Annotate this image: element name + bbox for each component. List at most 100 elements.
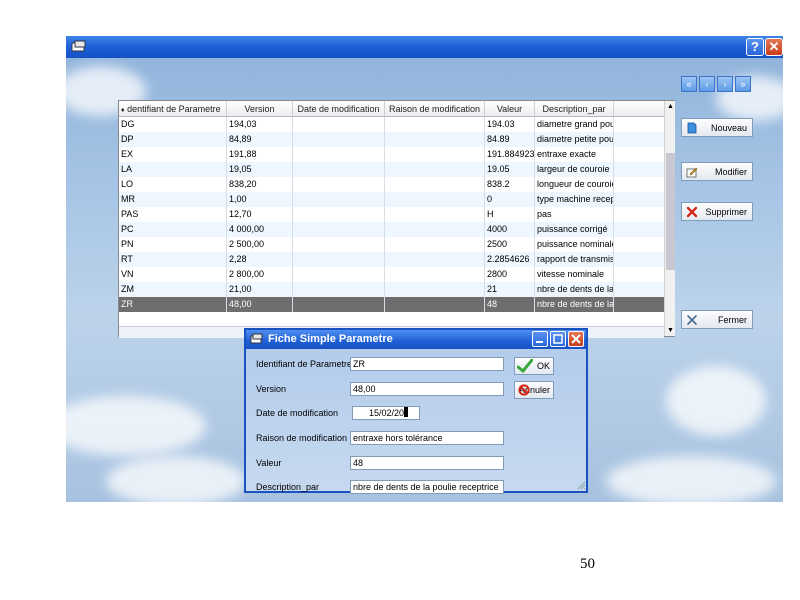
cell-description: entraxe exacte (535, 147, 614, 162)
table-row[interactable]: DG 194,03 194.03 diametre grand poul (119, 117, 664, 132)
input-raison[interactable]: entraxe hors tolérance (350, 431, 504, 445)
table-row[interactable]: MR 1,00 0 type machine recep (119, 192, 664, 207)
label-date: Date de modification (256, 408, 339, 418)
cell-value: H (485, 207, 535, 222)
modify-button-label: Modifier (714, 166, 747, 177)
input-description[interactable]: nbre de dents de la poulie receptrice (350, 480, 504, 494)
cell-value: 19.05 (485, 162, 535, 177)
cell-description: largeur de couroie (535, 162, 614, 177)
column-header-id[interactable]: ♦ dentifiant de Parametre (119, 101, 227, 116)
resize-grip-icon[interactable] (576, 480, 586, 490)
table-row[interactable]: PC 4 000,00 4000 puissance corrigé (119, 222, 664, 237)
label-raison: Raison de modification (256, 433, 348, 443)
cell-version: 21,00 (227, 282, 293, 297)
minimize-button[interactable] (532, 331, 548, 347)
app-icon (71, 40, 86, 52)
table-row[interactable]: DP 84,89 84.89 diametre petite pouli (119, 132, 664, 147)
help-button[interactable]: ? (746, 38, 764, 56)
cell-date (293, 237, 385, 252)
maximize-button[interactable] (550, 331, 566, 347)
main-window: ? ✕ « ‹ › » Nouveau Modifier Supprimer F… (66, 36, 783, 502)
scroll-down-icon[interactable]: ▼ (665, 325, 676, 336)
label-identifiant: Identifiant de Parametre (256, 359, 353, 369)
cell-date (293, 267, 385, 282)
cell-reason (385, 222, 485, 237)
input-identifiant[interactable]: ZR (350, 357, 504, 371)
cell-version: 4 000,00 (227, 222, 293, 237)
cell-reason (385, 192, 485, 207)
table-row[interactable]: LO 838,20 838.2 longueur de couroie (119, 177, 664, 192)
modify-button[interactable]: Modifier (681, 162, 753, 181)
cloud (666, 366, 766, 436)
cell-reason (385, 237, 485, 252)
new-document-icon (687, 122, 697, 134)
close-window-button[interactable]: ✕ (765, 38, 783, 56)
input-valeur[interactable]: 48 (350, 456, 504, 470)
close-button[interactable]: Fermer (681, 310, 753, 329)
column-header-value[interactable]: Valeur (485, 101, 535, 116)
scroll-up-icon[interactable]: ▲ (665, 101, 676, 112)
previous-record-button[interactable]: ‹ (699, 76, 715, 92)
input-date-value: 15/02/20 (369, 408, 405, 418)
close-icon (571, 334, 581, 344)
table-body: DG 194,03 194.03 diametre grand poul DP 84,89… (119, 117, 664, 312)
dialog-close-button[interactable] (568, 331, 584, 347)
cell-value: 84.89 (485, 132, 535, 147)
parameter-table: ♦ dentifiant de Parametre Version Date d… (118, 100, 675, 338)
table-row[interactable]: PN 2 500,00 2500 puissance nominale (119, 237, 664, 252)
column-header-reason[interactable]: Raison de modification (385, 101, 485, 116)
cell-value: 2800 (485, 267, 535, 282)
input-date[interactable]: 15/02/20 (352, 406, 420, 420)
column-header-id-label: dentifiant de Parametre (127, 104, 221, 114)
table-row[interactable]: LA 19,05 19.05 largeur de couroie (119, 162, 664, 177)
cell-description: vitesse nominale (535, 267, 614, 282)
column-header-version[interactable]: Version (227, 101, 293, 116)
cell-description: type machine recep (535, 192, 614, 207)
cloud (606, 456, 776, 502)
cell-id: ZR (119, 297, 227, 312)
table-header: ♦ dentifiant de Parametre Version Date d… (119, 101, 664, 117)
cell-description: nbre de dents de la (535, 282, 614, 297)
record-navigator: « ‹ › » (681, 76, 751, 92)
cell-value: 2.2854626 (485, 252, 535, 267)
new-button[interactable]: Nouveau (681, 118, 753, 137)
table-row[interactable]: RT 2,28 2.2854626 rapport de transmiss (119, 252, 664, 267)
cell-version: 1,00 (227, 192, 293, 207)
column-header-description[interactable]: Description_par (535, 101, 614, 116)
cell-version: 12,70 (227, 207, 293, 222)
cell-date (293, 297, 385, 312)
table-row-selected[interactable]: ZR 48,00 48 nbre de dents de la (119, 297, 664, 312)
scroll-thumb[interactable] (666, 153, 675, 270)
cell-id: LO (119, 177, 227, 192)
cell-id: PC (119, 222, 227, 237)
table-row[interactable]: VN 2 800,00 2800 vitesse nominale (119, 267, 664, 282)
table-scrollbar[interactable]: ▲ ▼ (664, 101, 675, 336)
cell-value: 838.2 (485, 177, 535, 192)
checkmark-icon (517, 359, 533, 373)
ok-button[interactable]: OK (514, 357, 554, 375)
column-header-date[interactable]: Date de modification (293, 101, 385, 116)
window-titlebar: ? ✕ (66, 36, 783, 58)
cell-id: PN (119, 237, 227, 252)
delete-button[interactable]: Supprimer (681, 202, 753, 221)
first-record-button[interactable]: « (681, 76, 697, 92)
label-valeur: Valeur (256, 458, 282, 468)
table-row[interactable]: EX 191,88 191.884923 entraxe exacte (119, 147, 664, 162)
cell-reason (385, 207, 485, 222)
cell-description: rapport de transmiss (535, 252, 614, 267)
table-row[interactable]: ZM 21,00 21 nbre de dents de la (119, 282, 664, 297)
input-version[interactable]: 48,00 (350, 382, 504, 396)
cell-id: VN (119, 267, 227, 282)
close-x-icon (687, 315, 697, 325)
cell-value: 21 (485, 282, 535, 297)
cell-version: 2 800,00 (227, 267, 293, 282)
last-record-button[interactable]: » (735, 76, 751, 92)
cancel-button[interactable]: Annuler (514, 381, 554, 399)
cell-description: puissance corrigé (535, 222, 614, 237)
cell-version: 191,88 (227, 147, 293, 162)
next-record-button[interactable]: › (717, 76, 733, 92)
cell-date (293, 222, 385, 237)
cell-version: 2 500,00 (227, 237, 293, 252)
table-row[interactable]: PAS 12,70 Hpas (119, 207, 664, 222)
cell-reason (385, 267, 485, 282)
